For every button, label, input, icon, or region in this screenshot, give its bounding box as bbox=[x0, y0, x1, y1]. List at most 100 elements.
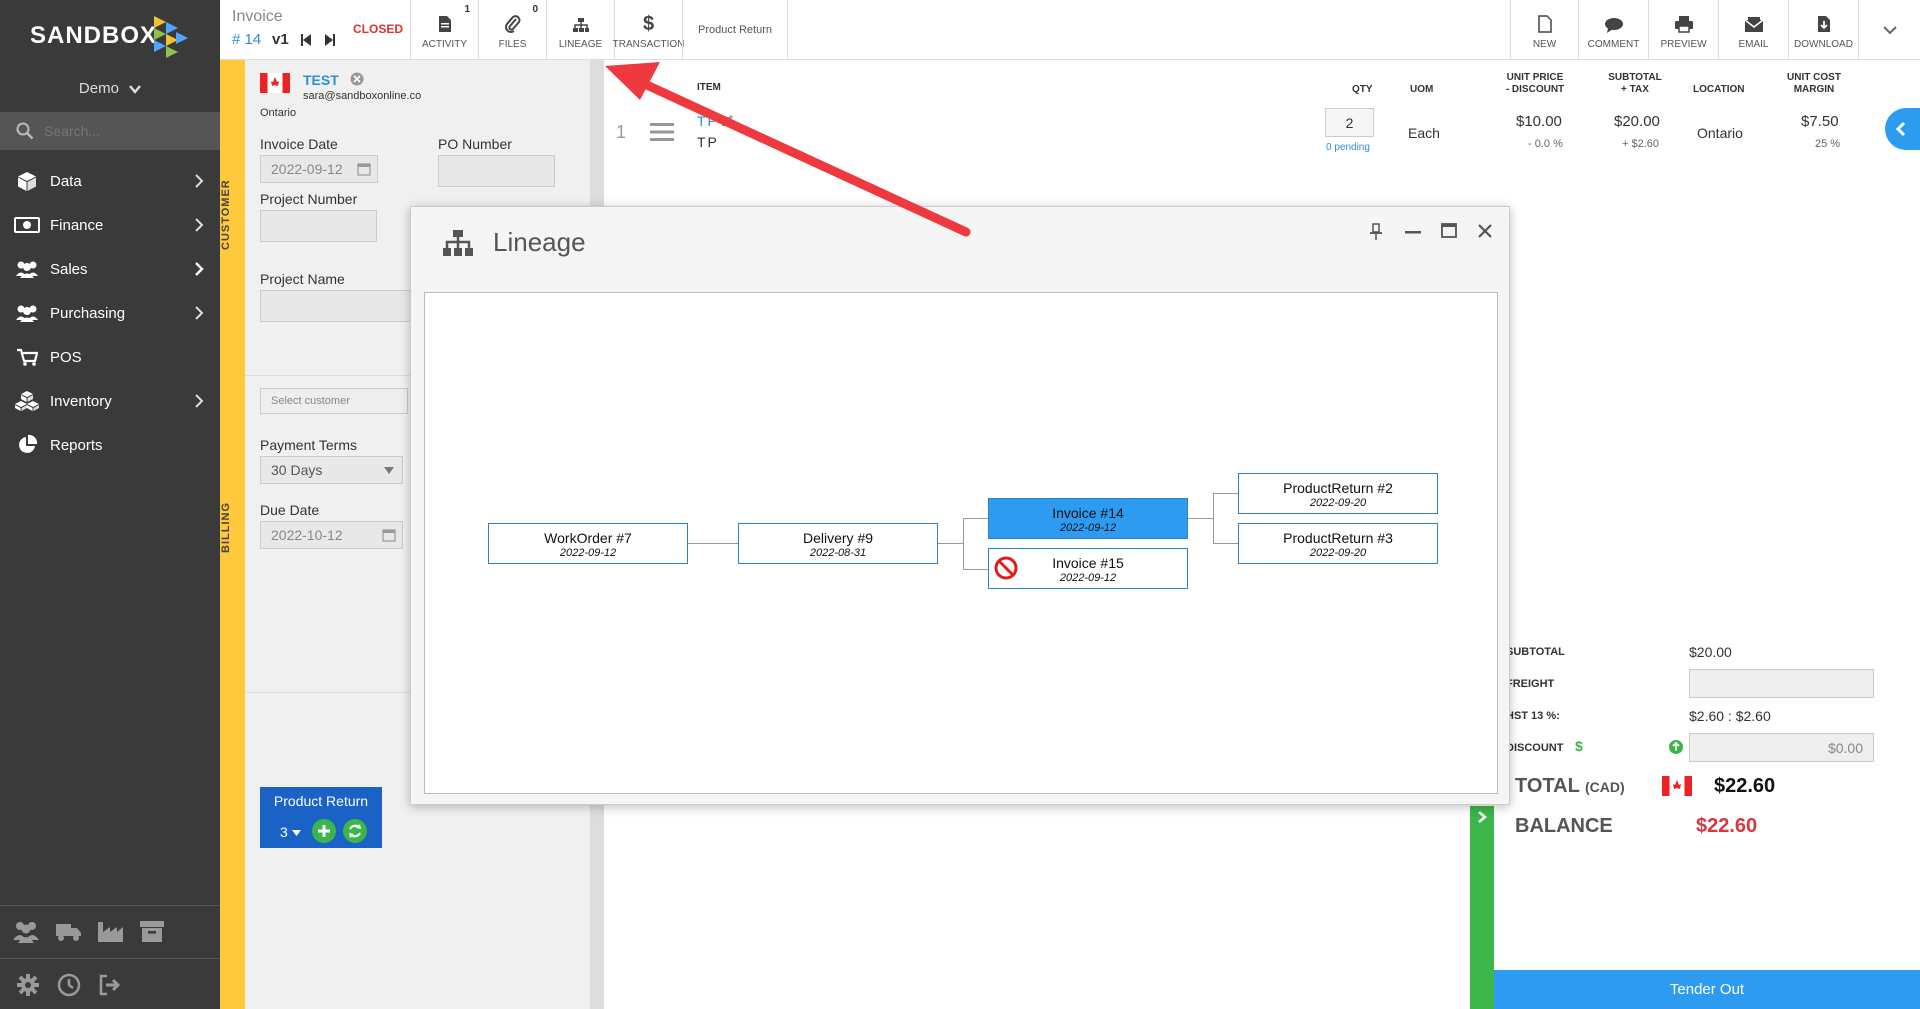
customer-name-link[interactable]: TEST bbox=[303, 72, 339, 88]
activity-count: 1 bbox=[464, 4, 470, 15]
document-toolbar: Invoice # 14 v1 CLOSED 1 ACTIVITY 0 FILE… bbox=[220, 0, 1920, 60]
money-icon bbox=[14, 217, 40, 233]
lineage-node-invoice-15[interactable]: Invoice #15 2022-09-12 bbox=[988, 548, 1188, 589]
invoice-date-field[interactable]: 2022-09-12 bbox=[260, 155, 378, 183]
lineage-node-delivery-9[interactable]: Delivery #9 2022-08-31 bbox=[738, 523, 938, 564]
company-name: Demo bbox=[78, 80, 119, 97]
nav-data-label: Data bbox=[50, 172, 82, 190]
company-switcher[interactable]: Demo bbox=[0, 80, 220, 97]
nav-pos-label: POS bbox=[50, 348, 82, 366]
add-discount-icon[interactable] bbox=[1669, 740, 1683, 754]
lineage-node-workorder-7[interactable]: WorkOrder #7 2022-09-12 bbox=[488, 523, 688, 564]
payment-terms-select[interactable]: 30 Days bbox=[260, 456, 403, 484]
nav-inventory[interactable]: Inventory bbox=[0, 379, 220, 423]
clear-customer-icon[interactable] bbox=[350, 72, 364, 86]
freight-input[interactable] bbox=[1689, 669, 1874, 698]
transaction-label: TRANSACTION bbox=[612, 39, 685, 50]
nav-data[interactable]: Data bbox=[0, 159, 220, 203]
comment-button[interactable]: COMMENT bbox=[1578, 0, 1648, 60]
void-icon bbox=[994, 556, 1018, 580]
due-date-field[interactable]: 2022-10-12 bbox=[260, 521, 403, 549]
pending-link[interactable]: 0 pending bbox=[1326, 142, 1370, 153]
product-return-button[interactable]: Product Return bbox=[682, 0, 788, 60]
drag-handle-icon[interactable] bbox=[650, 122, 674, 142]
location-value: Ontario bbox=[1697, 125, 1743, 141]
refresh-icon[interactable] bbox=[343, 819, 367, 843]
related-count-dropdown[interactable]: 3 bbox=[280, 824, 301, 840]
canada-flag-icon bbox=[1662, 776, 1692, 796]
new-button[interactable]: NEW bbox=[1510, 0, 1578, 60]
collapse-totals-bar[interactable] bbox=[1470, 806, 1494, 1009]
nav-sales[interactable]: Sales bbox=[0, 247, 220, 291]
total-label: TOTAL (CAD) bbox=[1515, 775, 1625, 798]
app-window: SANDBOX Demo Data Finance bbox=[0, 0, 1920, 1009]
last-record-icon[interactable] bbox=[324, 33, 336, 47]
margin-value: 25 % bbox=[1815, 138, 1841, 150]
pin-icon[interactable] bbox=[1369, 223, 1383, 241]
dollar-icon: $ bbox=[642, 13, 655, 35]
balance-label: BALANCE bbox=[1515, 815, 1613, 837]
project-name-label: Project Name bbox=[260, 271, 345, 287]
expand-panel-tab[interactable] bbox=[1885, 108, 1920, 150]
qty-input[interactable]: 2 bbox=[1325, 108, 1374, 137]
activity-button[interactable]: 1 ACTIVITY bbox=[410, 0, 478, 60]
lineage-button[interactable]: LINEAGE bbox=[546, 0, 614, 60]
chevron-down-icon bbox=[1882, 26, 1897, 35]
related-product-return-card[interactable]: Product Return 3 bbox=[260, 787, 382, 848]
nav-reports[interactable]: Reports bbox=[0, 423, 220, 467]
cube-icon bbox=[18, 172, 36, 191]
add-related-icon[interactable] bbox=[312, 819, 336, 843]
files-button[interactable]: 0 FILES bbox=[478, 0, 546, 60]
tax-value: + $2.60 bbox=[1622, 138, 1660, 150]
lineage-node-invoice-14[interactable]: Invoice #14 2022-09-12 bbox=[988, 498, 1188, 539]
balance-amount: $22.60 bbox=[1696, 815, 1758, 837]
maximize-icon[interactable] bbox=[1441, 223, 1457, 238]
nav-finance[interactable]: Finance bbox=[0, 203, 220, 247]
close-icon[interactable] bbox=[1477, 223, 1493, 239]
factory-icon[interactable] bbox=[96, 918, 124, 944]
archive-icon[interactable] bbox=[138, 918, 166, 944]
unit-price-value: $10.00 bbox=[1516, 113, 1562, 130]
lineage-node-productreturn-3[interactable]: ProductReturn #3 2022-09-20 bbox=[1238, 523, 1438, 564]
email-button[interactable]: EMAIL bbox=[1718, 0, 1788, 60]
lineage-node-productreturn-2[interactable]: ProductReturn #2 2022-09-20 bbox=[1238, 473, 1438, 514]
po-number-field[interactable] bbox=[438, 155, 555, 187]
download-button[interactable]: DOWNLOAD bbox=[1788, 0, 1858, 60]
project-number-field[interactable] bbox=[260, 210, 377, 242]
external-link-icon[interactable] bbox=[722, 115, 733, 126]
related-count: 3 bbox=[280, 824, 288, 840]
discount-currency-toggle[interactable]: $ bbox=[1575, 738, 1583, 754]
chevron-right-icon bbox=[1478, 811, 1487, 823]
caret-down-icon bbox=[291, 830, 301, 837]
download-icon bbox=[1817, 16, 1830, 32]
select-customer-field[interactable]: Select customer bbox=[260, 388, 408, 414]
logout-icon[interactable] bbox=[96, 972, 124, 998]
item-name: TP bbox=[697, 134, 719, 150]
minimize-icon[interactable] bbox=[1405, 231, 1421, 235]
lineage-connector bbox=[963, 518, 988, 519]
lineage-connector bbox=[1188, 518, 1213, 519]
col-header-qty: QTY bbox=[1352, 84, 1373, 95]
clock-icon[interactable] bbox=[55, 972, 83, 998]
gear-icon[interactable] bbox=[14, 972, 42, 998]
transaction-button[interactable]: $ TRANSACTION bbox=[612, 0, 685, 60]
nav-purchasing[interactable]: Purchasing bbox=[0, 291, 220, 335]
lineage-connector bbox=[1213, 493, 1214, 544]
search-input[interactable] bbox=[44, 123, 204, 139]
calendar-icon[interactable] bbox=[357, 162, 371, 176]
item-code-link[interactable]: TP bbox=[697, 113, 719, 129]
node-date: 2022-09-12 bbox=[1059, 522, 1117, 534]
tender-out-button[interactable]: Tender Out bbox=[1494, 970, 1920, 1009]
more-menu-button[interactable] bbox=[1858, 0, 1920, 60]
truck-icon[interactable] bbox=[54, 918, 82, 944]
preview-button[interactable]: PREVIEW bbox=[1648, 0, 1718, 60]
first-record-icon[interactable] bbox=[300, 33, 312, 47]
search-box[interactable] bbox=[0, 112, 220, 150]
paperclip-icon bbox=[504, 15, 520, 33]
line-index: 1 bbox=[616, 122, 627, 142]
users-icon[interactable] bbox=[12, 918, 40, 944]
calendar-icon[interactable] bbox=[382, 528, 396, 542]
discount-input[interactable]: $0.00 bbox=[1689, 733, 1874, 762]
printer-icon bbox=[1674, 16, 1693, 33]
nav-pos[interactable]: POS bbox=[0, 335, 220, 379]
